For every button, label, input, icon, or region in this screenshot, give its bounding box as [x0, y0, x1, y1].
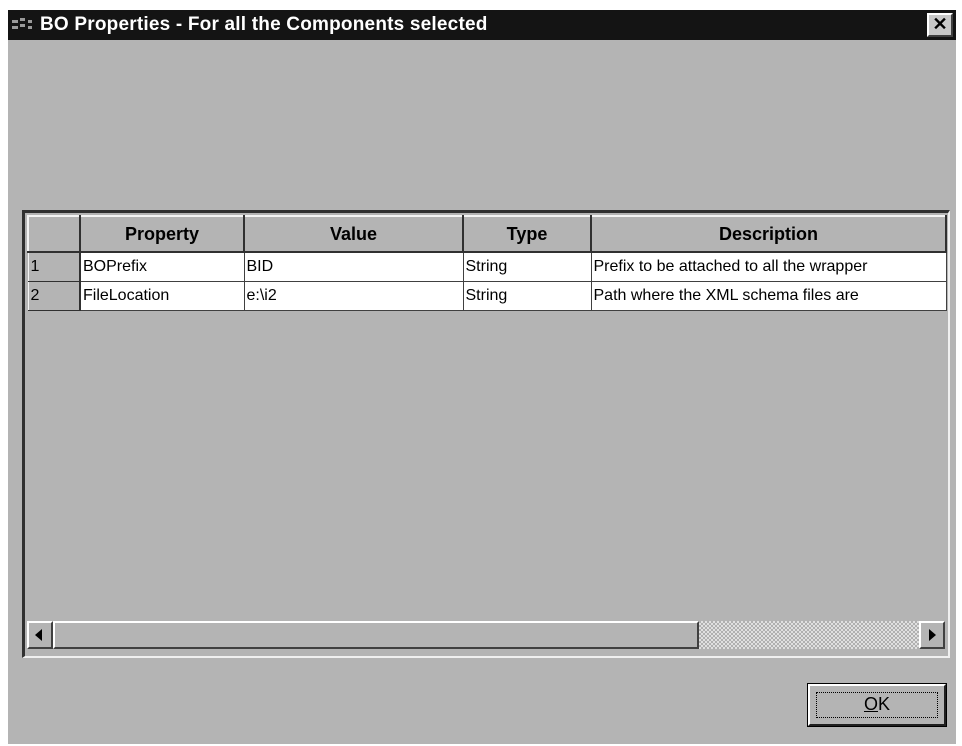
description-cell[interactable]: Path where the XML schema files are — [591, 281, 947, 311]
table-row[interactable]: 2 FileLocation e:\i2 String Path where t… — [27, 280, 947, 311]
table-row[interactable]: 1 BOPrefix BID String Prefix to be attac… — [27, 251, 947, 282]
ok-button-label: OK — [863, 694, 891, 714]
row-number[interactable]: 2 — [27, 280, 81, 311]
scroll-left-arrow-icon — [35, 629, 42, 641]
scroll-right-button[interactable] — [919, 621, 945, 649]
type-cell[interactable]: String — [463, 252, 592, 282]
ok-button[interactable]: OK — [807, 683, 947, 727]
corner-header[interactable] — [27, 215, 81, 253]
column-header-property[interactable]: Property — [79, 215, 245, 253]
value-cell[interactable]: e:\i2 — [244, 281, 464, 311]
row-number[interactable]: 1 — [27, 251, 81, 282]
value-cell[interactable]: BID — [244, 252, 464, 282]
property-cell[interactable]: FileLocation — [80, 281, 245, 311]
close-button[interactable]: ✕ — [927, 13, 953, 37]
scroll-right-arrow-icon — [929, 629, 936, 641]
column-header-description[interactable]: Description — [590, 215, 947, 253]
scroll-left-button[interactable] — [27, 621, 53, 649]
properties-dialog: BO Properties - For all the Components s… — [8, 10, 956, 744]
title-bar[interactable]: BO Properties - For all the Components s… — [8, 10, 956, 40]
close-icon: ✕ — [932, 14, 948, 34]
window-title: BO Properties - For all the Components s… — [40, 14, 488, 35]
type-cell[interactable]: String — [463, 281, 592, 311]
scroll-thumb[interactable] — [53, 621, 699, 649]
description-cell[interactable]: Prefix to be attached to all the wrapper — [591, 252, 947, 282]
horizontal-scrollbar[interactable] — [27, 621, 945, 649]
properties-table: Property Value Type Description 1 BOPref… — [27, 215, 947, 311]
column-header-type[interactable]: Type — [462, 215, 592, 253]
properties-grid: Property Value Type Description 1 BOPref… — [22, 210, 950, 658]
column-header-value[interactable]: Value — [243, 215, 464, 253]
property-cell[interactable]: BOPrefix — [80, 252, 245, 282]
header-row: Property Value Type Description — [27, 215, 947, 253]
system-menu-icon[interactable] — [12, 16, 34, 32]
